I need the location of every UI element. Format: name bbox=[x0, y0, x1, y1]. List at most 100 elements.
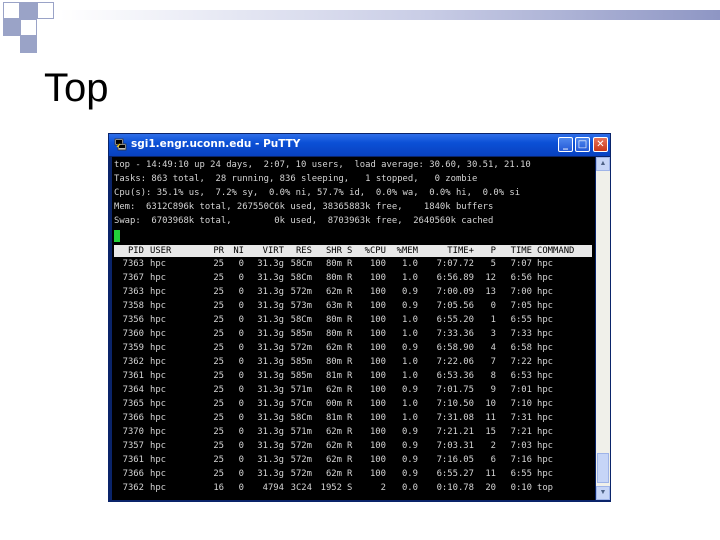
cell-mem: 0.9 bbox=[401, 441, 418, 451]
cell-virt: 31.3g bbox=[257, 301, 284, 311]
cell-time-plus: 7:10.50 bbox=[436, 399, 474, 409]
header-cpu: %CPU bbox=[364, 246, 386, 256]
cell-virt: 31.3g bbox=[257, 455, 284, 465]
cell-user: hpc bbox=[150, 301, 167, 311]
cell-state: R bbox=[347, 385, 353, 395]
tasks-summary-line: Tasks: 863 total, 28 running, 836 sleepi… bbox=[114, 174, 478, 184]
cell-virt: 31.3g bbox=[257, 371, 284, 381]
cell-pr: 25 bbox=[213, 371, 224, 381]
chevron-up-icon: ▲ bbox=[599, 160, 607, 167]
cell-ni: 0 bbox=[238, 483, 244, 493]
cell-user: hpc bbox=[150, 273, 167, 283]
cpu-summary-line: Cpu(s): 35.1% us, 7.2% sy, 0.0% ni, 57.7… bbox=[114, 188, 521, 198]
cell-pr: 25 bbox=[213, 343, 224, 353]
cell-virt: 31.3g bbox=[257, 427, 284, 437]
cell-user: hpc bbox=[150, 357, 167, 367]
cell-state: R bbox=[347, 343, 353, 353]
cell-processor: 20 bbox=[485, 483, 496, 493]
table-row: 7366 hpc 25 0 31.3g 572m 62m R 100 0.9 6:55.27 11 6:… bbox=[114, 468, 592, 482]
cell-virt: 31.3g bbox=[257, 343, 284, 353]
cell-user: hpc bbox=[150, 385, 167, 395]
cell-res: 58Cm bbox=[290, 315, 312, 325]
cell-pid: 7365 bbox=[122, 399, 144, 409]
scrollbar-thumb[interactable] bbox=[597, 453, 609, 483]
minimize-button[interactable]: _ bbox=[558, 137, 573, 152]
header-pr: PR bbox=[213, 246, 224, 256]
cell-pr: 25 bbox=[213, 301, 224, 311]
cell-mem: 0.9 bbox=[401, 287, 418, 297]
table-row: 7366 hpc 25 0 31.3g 58Cm 81m R 100 1.0 7:31.08 11 7:… bbox=[114, 412, 592, 426]
cell-time-plus: 7:03.31 bbox=[436, 441, 474, 451]
maximize-button[interactable]: □ bbox=[575, 137, 590, 152]
process-table-header: PID USER PR NI VIRT RES SHR S %CPU %MEM … bbox=[114, 245, 592, 257]
cell-processor: 3 bbox=[490, 329, 496, 339]
table-row: 7361 hpc 25 0 31.3g 572m 62m R 100 0.9 7:16.05 6 7:1… bbox=[114, 454, 592, 468]
cell-res: 57Cm bbox=[290, 399, 312, 409]
terminal-area[interactable]: top - 14:49:10 up 24 days, 2:07, 10 user… bbox=[112, 157, 595, 500]
cell-ni: 0 bbox=[238, 329, 244, 339]
header-ni: NI bbox=[233, 246, 244, 256]
cell-command: hpc bbox=[537, 315, 554, 325]
cell-time: 7:33 bbox=[510, 329, 532, 339]
cell-pr: 25 bbox=[213, 399, 224, 409]
table-row: 7370 hpc 25 0 31.3g 571m 62m R 100 0.9 7:21.21 15 7:… bbox=[114, 426, 592, 440]
putty-window[interactable]: sgi1.engr.uconn.edu - PuTTY _ □ ✕ top - … bbox=[108, 133, 611, 502]
cell-res: 573m bbox=[290, 301, 312, 311]
cell-shr: 80m bbox=[325, 329, 342, 339]
cell-virt: 31.3g bbox=[257, 315, 284, 325]
window-titlebar[interactable]: sgi1.engr.uconn.edu - PuTTY _ □ ✕ bbox=[109, 134, 610, 156]
cell-cpu: 100 bbox=[369, 371, 386, 381]
table-row: 7363 hpc 25 0 31.3g 58Cm 80m R 100 1.0 7:07.72 5 7:0… bbox=[114, 258, 592, 272]
cell-res: 58Cm bbox=[290, 413, 312, 423]
putty-app-icon[interactable] bbox=[114, 138, 127, 151]
cell-pid: 7361 bbox=[122, 455, 144, 465]
cell-cpu: 100 bbox=[369, 273, 386, 283]
cell-res: 58Cm bbox=[290, 259, 312, 269]
cell-processor: 7 bbox=[490, 357, 496, 367]
cell-command: hpc bbox=[537, 455, 554, 465]
cell-time-plus: 7:21.21 bbox=[436, 427, 474, 437]
cell-mem: 1.0 bbox=[401, 399, 418, 409]
cell-user: hpc bbox=[150, 287, 167, 297]
cell-state: R bbox=[347, 441, 353, 451]
cell-processor: 13 bbox=[485, 287, 496, 297]
table-row: 7362 hpc 25 0 31.3g 585m 80m R 100 1.0 7:22.06 7 7:2… bbox=[114, 356, 592, 370]
cell-res: 571m bbox=[290, 427, 312, 437]
cell-ni: 0 bbox=[238, 455, 244, 465]
cell-time: 6:55 bbox=[510, 469, 532, 479]
table-row: 7363 hpc 25 0 31.3g 572m 62m R 100 0.9 7:00.09 13 7:… bbox=[114, 286, 592, 300]
cell-time: 6:58 bbox=[510, 343, 532, 353]
scroll-up-button[interactable]: ▲ bbox=[596, 157, 610, 171]
cell-pid: 7360 bbox=[122, 329, 144, 339]
scroll-down-button[interactable]: ▼ bbox=[596, 486, 610, 500]
cell-ni: 0 bbox=[238, 469, 244, 479]
cell-state: R bbox=[347, 427, 353, 437]
cell-ni: 0 bbox=[238, 427, 244, 437]
cell-cpu: 100 bbox=[369, 343, 386, 353]
cell-virt: 31.3g bbox=[257, 413, 284, 423]
decorative-square bbox=[3, 2, 20, 19]
cell-processor: 9 bbox=[490, 385, 496, 395]
cell-virt: 31.3g bbox=[257, 399, 284, 409]
cell-shr: 00m bbox=[325, 399, 342, 409]
cell-shr: 80m bbox=[325, 259, 342, 269]
vertical-scrollbar[interactable]: ▲ ▼ bbox=[596, 157, 610, 500]
cell-user: hpc bbox=[150, 399, 167, 409]
cell-time: 7:07 bbox=[510, 259, 532, 269]
cell-command: hpc bbox=[537, 329, 554, 339]
cell-command: hpc bbox=[537, 357, 554, 367]
cell-state: R bbox=[347, 413, 353, 423]
cell-processor: 4 bbox=[490, 343, 496, 353]
cell-res: 572m bbox=[290, 343, 312, 353]
cell-pr: 25 bbox=[213, 273, 224, 283]
cell-time-plus: 0:10.78 bbox=[436, 483, 474, 493]
cell-virt: 31.3g bbox=[257, 441, 284, 451]
cell-res: 571m bbox=[290, 385, 312, 395]
cell-ni: 0 bbox=[238, 385, 244, 395]
cell-res: 585m bbox=[290, 357, 312, 367]
cell-virt: 31.3g bbox=[257, 259, 284, 269]
cell-virt: 31.3g bbox=[257, 273, 284, 283]
table-row: 7361 hpc 25 0 31.3g 585m 81m R 100 1.0 6:53.36 8 6:5… bbox=[114, 370, 592, 384]
close-icon: ✕ bbox=[596, 139, 605, 150]
close-button[interactable]: ✕ bbox=[593, 137, 608, 152]
